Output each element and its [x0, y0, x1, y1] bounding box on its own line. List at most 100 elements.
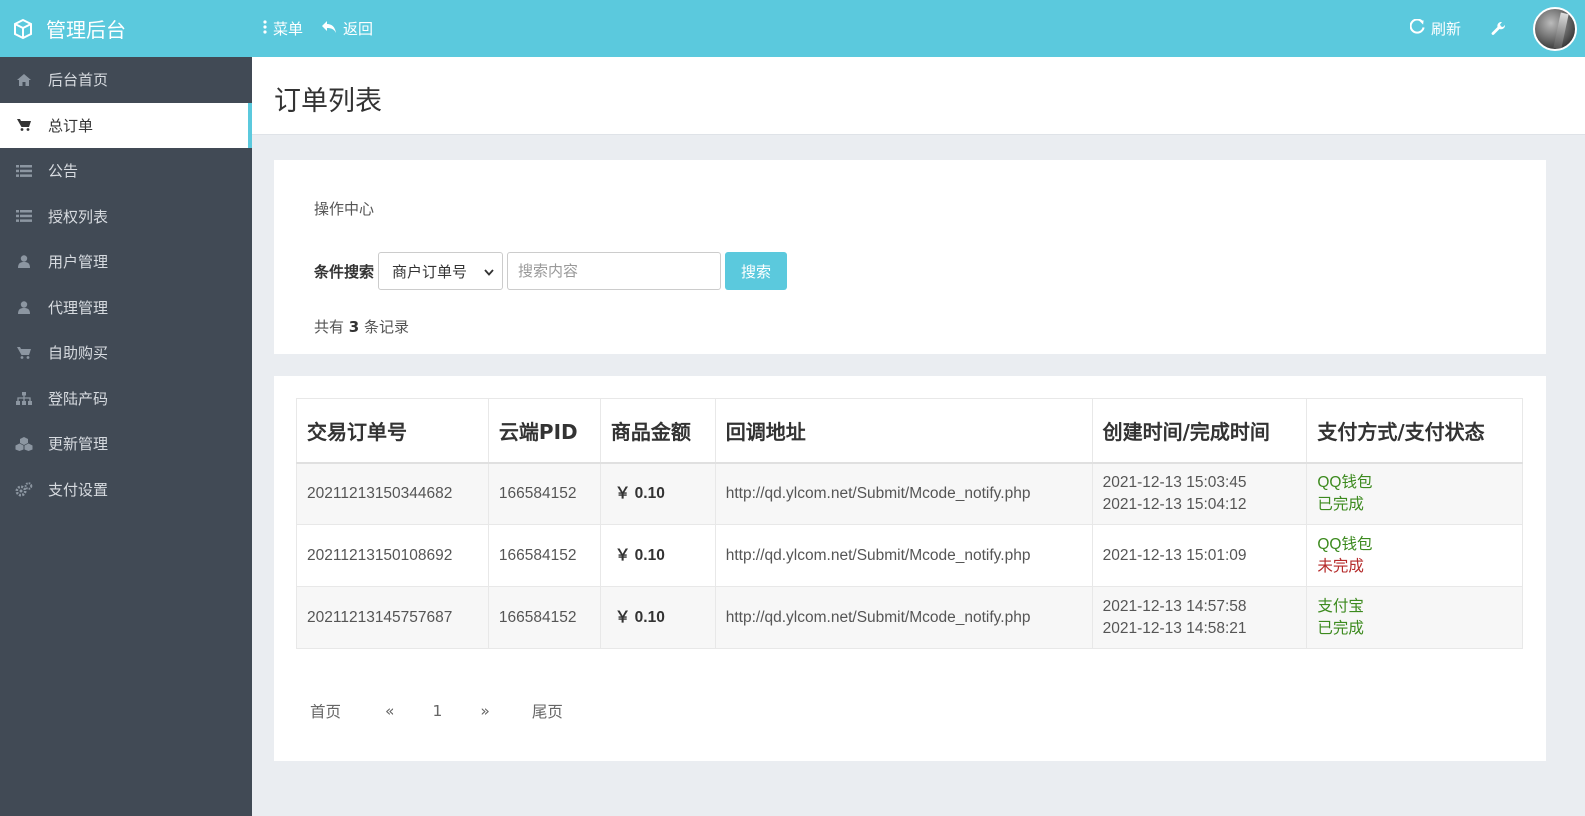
- sidebar-item-label: 后台首页: [48, 71, 109, 90]
- refresh-button[interactable]: 刷新: [1409, 18, 1461, 39]
- record-count: 共有 3 条记录: [314, 316, 409, 337]
- home-icon: [14, 73, 34, 86]
- wrench-icon[interactable]: [1491, 21, 1507, 37]
- sidebar-item-label: 代理管理: [48, 298, 109, 317]
- top-nav: 菜单 返回: [263, 0, 373, 57]
- column-header: 支付方式/支付状态: [1306, 398, 1523, 464]
- payment-method: QQ钱包: [1317, 535, 1373, 553]
- orders-panel: 交易订单号 云端PID 商品金额 回调地址 创建时间/完成时间 支付方式/支付状…: [274, 376, 1546, 761]
- top-right-tools: 刷新: [1409, 0, 1585, 57]
- sidebar-item-label: 总订单: [48, 116, 94, 135]
- first-page-link[interactable]: 首页: [296, 694, 355, 728]
- sidebar-item-home[interactable]: 后台首页: [0, 57, 252, 103]
- column-header: 交易订单号: [296, 398, 489, 464]
- operation-panel-title: 操作中心: [314, 200, 375, 218]
- time-cell: 2021-12-13 14:57:58 2021-12-13 14:58:21: [1091, 586, 1308, 649]
- search-input[interactable]: [507, 252, 722, 290]
- sidebar-item-agents[interactable]: 代理管理: [0, 285, 252, 331]
- sidebar-item-login-code[interactable]: 登陆产码: [0, 376, 252, 422]
- pid-cell: 166584152: [487, 586, 601, 649]
- sitemap-icon: [14, 391, 34, 405]
- sidebar-item-label: 用户管理: [48, 253, 109, 272]
- amount-cell: ￥ 0.10: [599, 586, 716, 649]
- avatar[interactable]: [1533, 6, 1577, 51]
- cart-icon: [14, 119, 34, 132]
- sidebar-item-label: 登陆产码: [48, 389, 109, 408]
- refresh-icon: [1409, 18, 1425, 38]
- sidebar-item-label: 支付设置: [48, 480, 109, 499]
- sidebar-item-label: 公告: [48, 162, 79, 181]
- payment-status: 已完成: [1317, 619, 1364, 637]
- user-icon: [14, 255, 34, 269]
- table-header-row: 交易订单号 云端PID 商品金额 回调地址 创建时间/完成时间 支付方式/支付状…: [296, 398, 1523, 464]
- page-number-link[interactable]: 1: [419, 696, 457, 726]
- pid-cell: 166584152: [487, 524, 601, 587]
- page-header: 订单列表: [252, 57, 1585, 135]
- column-header: 商品金额: [599, 398, 716, 464]
- table-row: 20211213145757687 166584152 ￥ 0.10 http:…: [296, 586, 1523, 649]
- orders-table: 交易订单号 云端PID 商品金额 回调地址 创建时间/完成时间 支付方式/支付状…: [296, 398, 1523, 649]
- reply-arrow-icon: [321, 20, 337, 38]
- finished-time: 2021-12-13 15:04:12: [1102, 495, 1247, 513]
- cart-icon: [14, 346, 34, 359]
- order-id-cell: 20211213150108692: [296, 524, 489, 587]
- search-button[interactable]: 搜索: [725, 252, 788, 290]
- menu-label: 菜单: [273, 20, 304, 38]
- payment-method: QQ钱包: [1317, 473, 1373, 491]
- sidebar-item-label: 授权列表: [48, 207, 109, 226]
- top-bar: 管理后台 菜单 返回 刷新: [0, 0, 1585, 57]
- last-page-link[interactable]: 尾页: [518, 694, 577, 728]
- brand[interactable]: 管理后台: [0, 0, 252, 57]
- payment-cell: QQ钱包 未完成: [1306, 524, 1523, 587]
- user-icon: [14, 301, 34, 314]
- payment-status: 未完成: [1317, 557, 1364, 575]
- created-time: 2021-12-13 15:01:09: [1102, 546, 1247, 564]
- created-time: 2021-12-13 15:03:45: [1102, 473, 1247, 491]
- back-label: 返回: [343, 20, 374, 38]
- column-header: 创建时间/完成时间: [1091, 398, 1308, 464]
- record-count-prefix: 共有: [314, 318, 345, 336]
- cubes-icon: [14, 436, 34, 451]
- table-row: 20211213150344682 166584152 ￥ 0.10 http:…: [296, 462, 1523, 525]
- cogs-icon: [14, 481, 34, 497]
- payment-method: 支付宝: [1317, 597, 1364, 615]
- callback-url-cell: http://qd.ylcom.net/Submit/Mcode_notify.…: [714, 462, 1093, 525]
- sidebar-item-orders[interactable]: 总订单: [0, 102, 252, 148]
- amount-cell: ￥ 0.10: [599, 524, 716, 587]
- payment-cell: QQ钱包 已完成: [1306, 462, 1523, 525]
- order-id-cell: 20211213150344682: [296, 462, 489, 525]
- list-icon: [14, 210, 34, 223]
- time-cell: 2021-12-13 15:01:09: [1091, 524, 1308, 587]
- payment-status: 已完成: [1317, 495, 1364, 513]
- app-title: 管理后台: [46, 18, 126, 42]
- search-field-select-value: 商户订单号: [392, 262, 468, 281]
- back-button[interactable]: 返回: [321, 18, 373, 39]
- sidebar-item-users[interactable]: 用户管理: [0, 239, 252, 285]
- search-field-select[interactable]: 商户订单号: [378, 252, 504, 290]
- sidebar-item-self-purchase[interactable]: 自助购买: [0, 330, 252, 376]
- refresh-label: 刷新: [1430, 20, 1461, 38]
- menu-toggle-button[interactable]: 菜单: [263, 18, 303, 39]
- sidebar-item-licenses[interactable]: 授权列表: [0, 194, 252, 240]
- sidebar-item-announcements[interactable]: 公告: [0, 148, 252, 194]
- list-icon: [14, 164, 34, 177]
- sidebar-item-label: 自助购买: [48, 344, 109, 363]
- sidebar-item-payment-settings[interactable]: 支付设置: [0, 467, 252, 513]
- sidebar-item-updates[interactable]: 更新管理: [0, 421, 252, 467]
- order-id-cell: 20211213145757687: [296, 586, 489, 649]
- search-form: 条件搜索 商户订单号 搜索: [314, 252, 788, 290]
- next-page-link[interactable]: »: [466, 696, 503, 726]
- record-count-value: 3: [348, 318, 360, 336]
- pid-cell: 166584152: [487, 462, 601, 525]
- created-time: 2021-12-13 14:57:58: [1102, 597, 1247, 615]
- chevron-down-icon: [484, 262, 494, 280]
- column-header: 回调地址: [714, 398, 1093, 464]
- callback-url-cell: http://qd.ylcom.net/Submit/Mcode_notify.…: [714, 586, 1093, 649]
- sidebar: 后台首页 总订单 公告 授权列表 用户管理 代理管理 自助购买 登陆产码 更新管…: [0, 57, 252, 816]
- cube-logo-icon: [12, 18, 34, 40]
- operation-panel: 操作中心 条件搜索 商户订单号 搜索 共有 3 条记录: [274, 160, 1546, 354]
- ellipsis-vertical-icon: [263, 19, 267, 38]
- callback-url-cell: http://qd.ylcom.net/Submit/Mcode_notify.…: [714, 524, 1093, 587]
- column-header: 云端PID: [487, 398, 601, 464]
- prev-page-link[interactable]: «: [371, 696, 408, 726]
